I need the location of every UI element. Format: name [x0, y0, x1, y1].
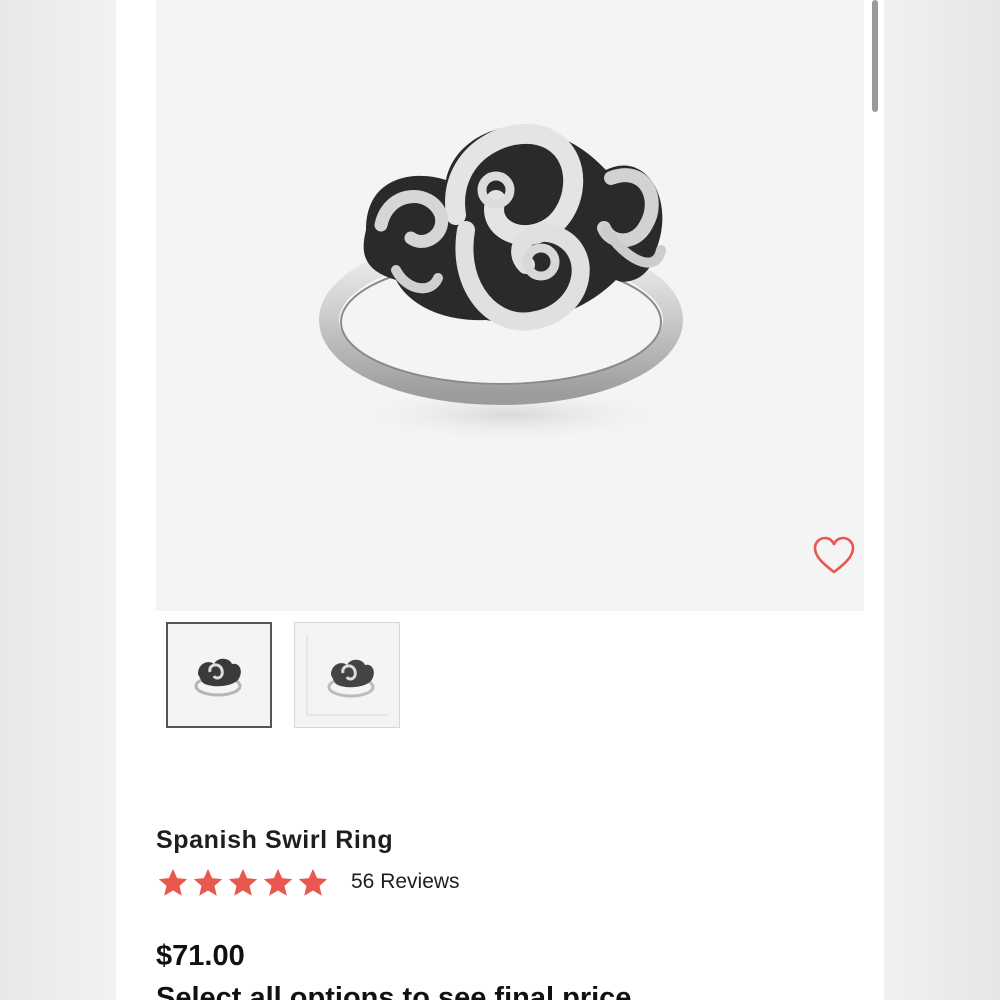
star-icon — [158, 868, 188, 896]
left-backdrop — [0, 0, 116, 1000]
price-notice: Select all options to see final price — [156, 982, 632, 1000]
scrollbar[interactable] — [872, 0, 878, 112]
product-page: Spanish Swirl Ring 56 Reviews $71.00 Sel… — [116, 0, 884, 1000]
ring-thumbnail-icon — [194, 658, 242, 697]
rating-stars[interactable] — [156, 866, 330, 902]
product-image[interactable] — [156, 0, 864, 611]
heart-icon[interactable] — [812, 536, 856, 576]
right-backdrop — [884, 0, 1000, 1000]
star-icon — [228, 868, 258, 896]
star-icon — [193, 868, 223, 896]
thumbnail-ring[interactable] — [166, 622, 272, 728]
ring-image — [319, 123, 683, 443]
reviews-link[interactable]: 56 Reviews — [351, 870, 460, 894]
star-icon — [298, 868, 328, 896]
product-price: $71.00 — [156, 940, 245, 972]
ring-with-size-chart-thumbnail-icon — [306, 635, 389, 716]
star-icon — [263, 868, 293, 896]
thumbnail-size-chart[interactable] — [294, 622, 400, 728]
product-title: Spanish Swirl Ring — [156, 826, 394, 854]
